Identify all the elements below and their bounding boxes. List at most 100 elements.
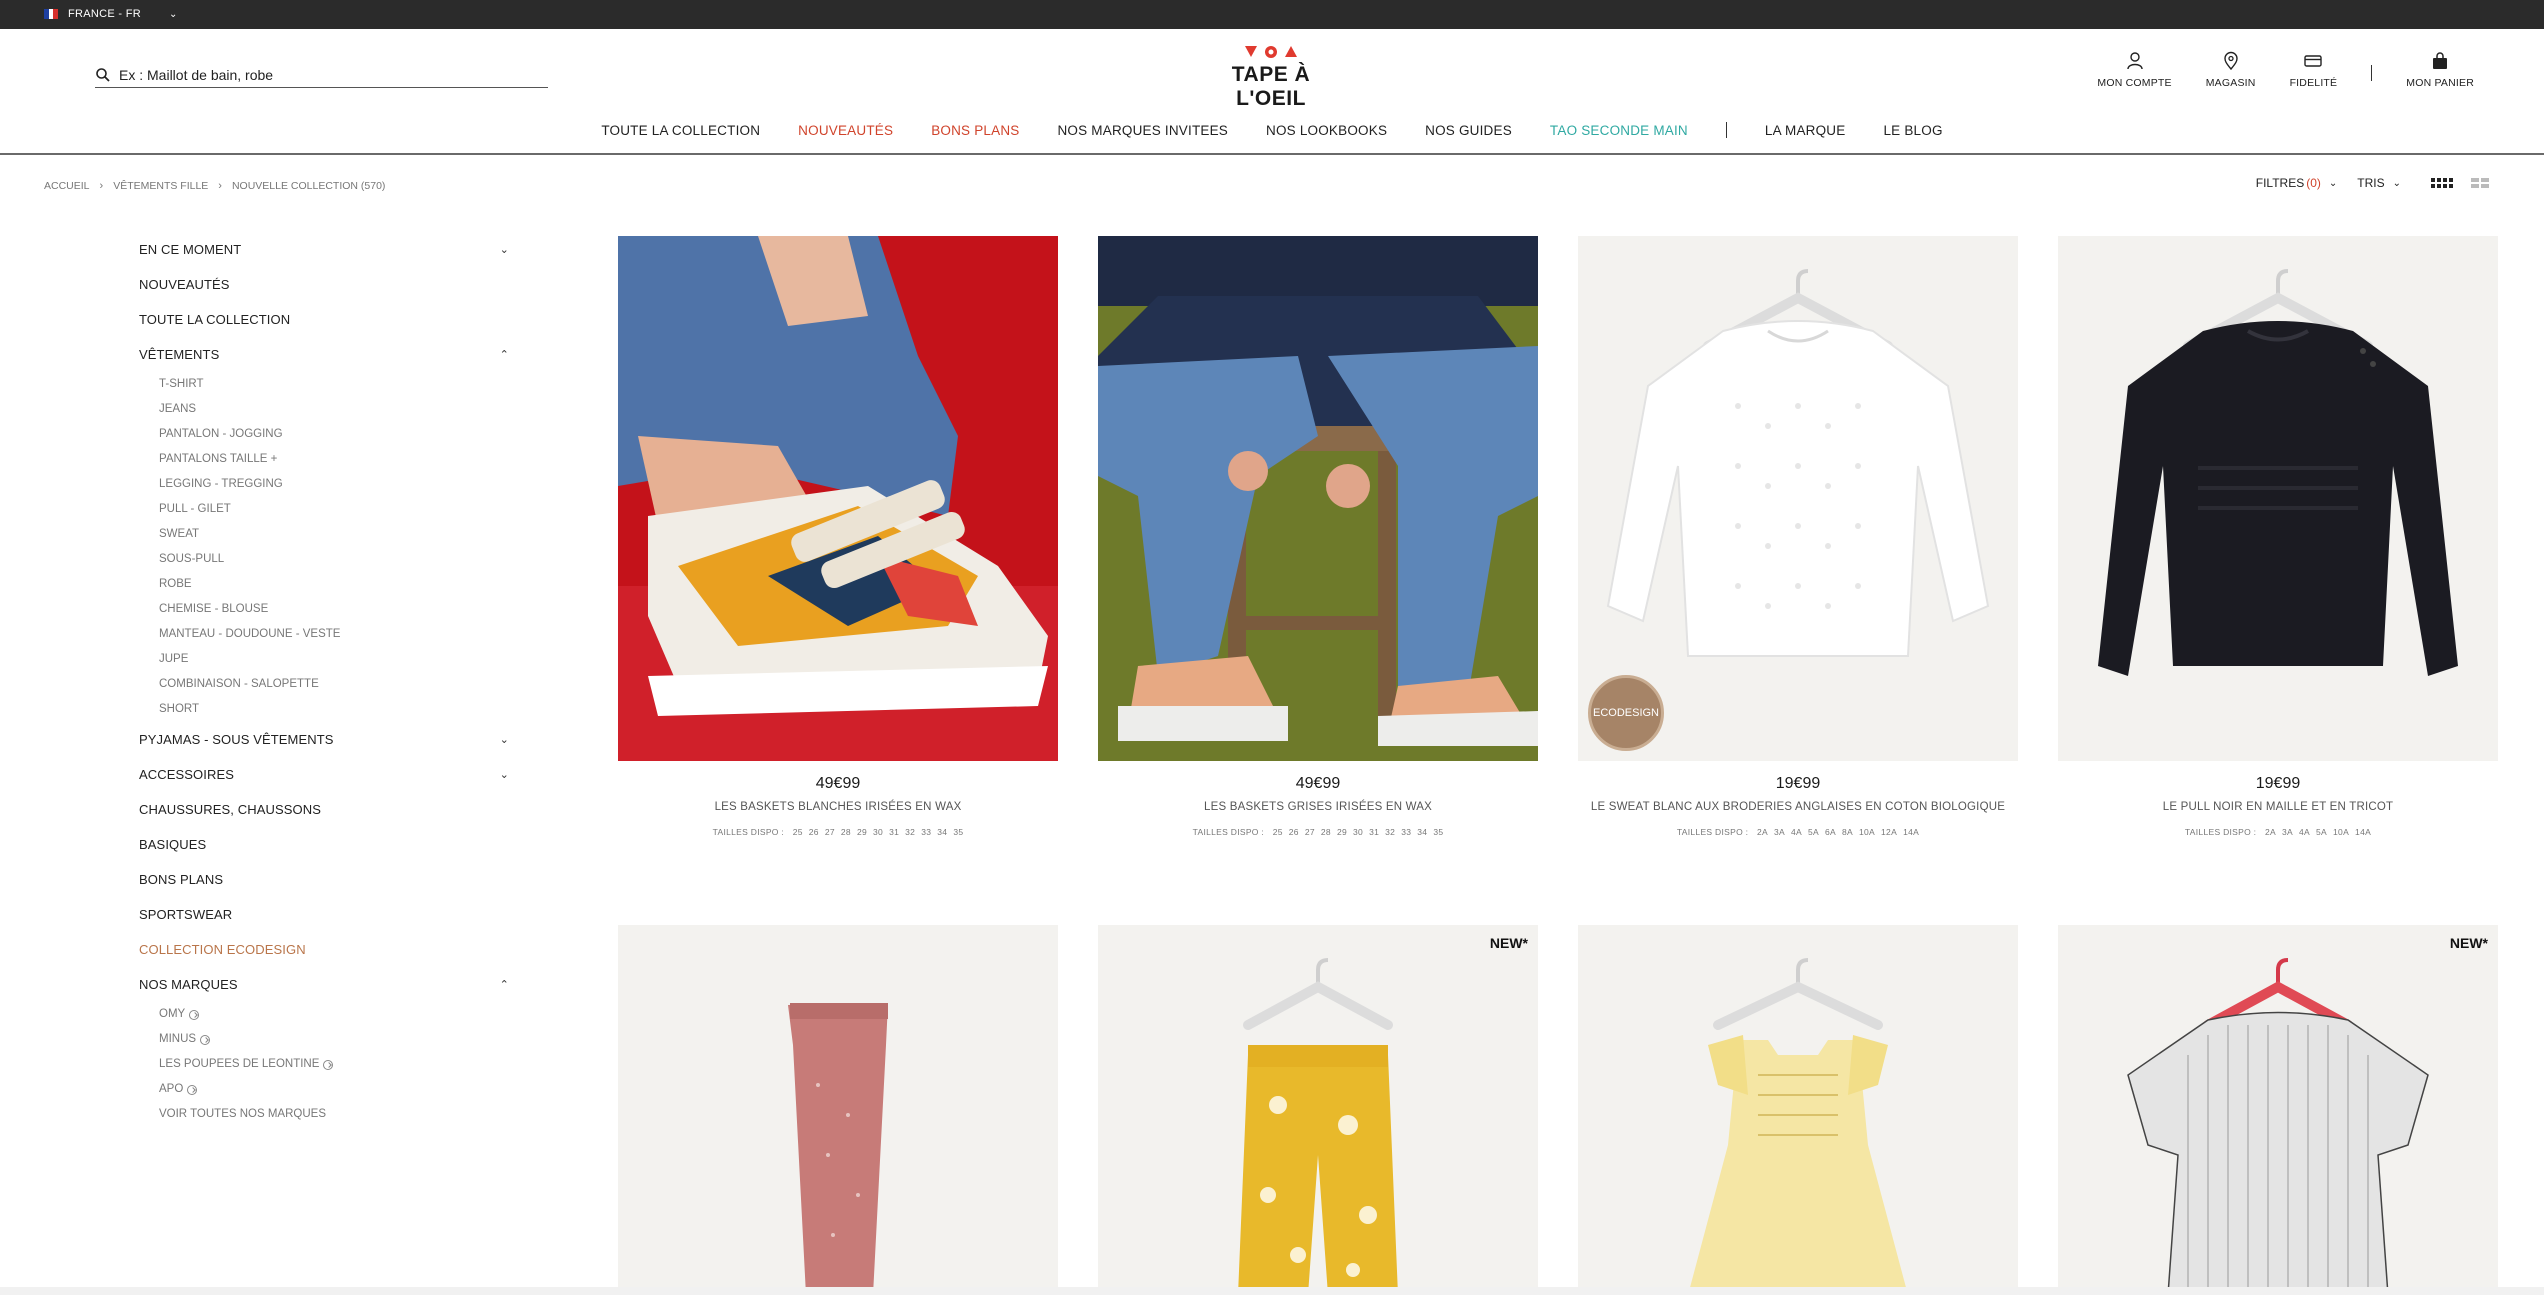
filters-button[interactable]: FILTRES (0) ⌄ [2256, 176, 2338, 190]
breadcrumb-vetements-fille[interactable]: VÊTEMENTS FILLE [113, 180, 208, 192]
product-image[interactable] [2058, 236, 2498, 761]
sidebar-subitem[interactable]: JEANS [159, 397, 509, 422]
breadcrumb-home[interactable]: ACCUEIL [44, 180, 90, 192]
nav-item-la-marque[interactable]: LA MARQUE [1765, 123, 1846, 138]
size-option[interactable]: 29 [857, 827, 867, 837]
size-option[interactable]: 30 [1353, 827, 1363, 837]
product-name[interactable]: LE PULL NOIR EN MAILLE ET EN TRICOT [2058, 801, 2498, 813]
sidebar-item-en-ce-moment[interactable]: EN CE MOMENT ⌄ [139, 232, 509, 267]
size-option[interactable]: 30 [873, 827, 883, 837]
sidebar-item-basiques[interactable]: BASIQUES [139, 827, 509, 862]
sidebar-item-nos-marques[interactable]: NOS MARQUES ⌃ [139, 967, 509, 1002]
size-option[interactable]: 12A [1881, 827, 1897, 837]
size-option[interactable]: 27 [825, 827, 835, 837]
sidebar-item-chaussures[interactable]: CHAUSSURES, CHAUSSONS [139, 792, 509, 827]
sort-button[interactable]: TRIS ⌄ [2357, 176, 2401, 190]
size-option[interactable]: 10A [1859, 827, 1875, 837]
sidebar-subitem[interactable]: PANTALONS TAILLE + [159, 447, 509, 472]
size-option[interactable]: 28 [841, 827, 851, 837]
product-card[interactable]: 49€99 LES BASKETS GRISES IRISÉES EN WAX … [1098, 236, 1538, 837]
sidebar-subitem-brand[interactable]: OMY [159, 1002, 509, 1027]
account-button[interactable]: MON COMPTE [2097, 51, 2172, 89]
size-option[interactable]: 31 [889, 827, 899, 837]
size-option[interactable]: 25 [793, 827, 803, 837]
size-option[interactable]: 29 [1337, 827, 1347, 837]
sidebar-subitem[interactable]: T-SHIRT [159, 372, 509, 397]
product-card[interactable]: NEW* [1098, 925, 1538, 1295]
size-option[interactable]: 2A [1757, 827, 1768, 837]
size-option[interactable]: 33 [921, 827, 931, 837]
product-card[interactable]: ECODESIGN 19€99 LE SWEAT BLANC AUX BRODE… [1578, 236, 2018, 837]
sidebar-subitem[interactable]: MANTEAU - DOUDOUNE - VESTE [159, 622, 509, 647]
nav-item-lookbooks[interactable]: NOS LOOKBOOKS [1266, 123, 1387, 138]
sidebar-subitem[interactable]: SHORT [159, 697, 509, 722]
size-option[interactable]: 32 [1385, 827, 1395, 837]
nav-item-bons-plans[interactable]: BONS PLANS [931, 123, 1019, 138]
store-button[interactable]: MAGASIN [2206, 51, 2256, 89]
nav-item-collection[interactable]: TOUTE LA COLLECTION [601, 123, 760, 138]
sidebar-item-pyjamas[interactable]: PYJAMAS - SOUS VÊTEMENTS ⌄ [139, 722, 509, 757]
product-image[interactable]: ECODESIGN [1578, 236, 2018, 761]
product-name[interactable]: LES BASKETS GRISES IRISÉES EN WAX [1098, 801, 1538, 813]
product-card[interactable]: NEW* [2058, 925, 2498, 1295]
nav-item-nouveautes[interactable]: NOUVEAUTÉS [798, 123, 893, 138]
size-option[interactable]: 26 [809, 827, 819, 837]
search-icon[interactable] [95, 67, 111, 83]
loyalty-button[interactable]: FIDELITÉ [2290, 51, 2338, 89]
size-option[interactable]: 5A [1808, 827, 1819, 837]
nav-item-marques-invitees[interactable]: NOS MARQUES INVITEES [1057, 123, 1228, 138]
sidebar-subitem-brand[interactable]: LES POUPEES DE LEONTINE [159, 1052, 509, 1077]
size-option[interactable]: 4A [2299, 827, 2310, 837]
sidebar-subitem[interactable]: SOUS-PULL [159, 547, 509, 572]
size-option[interactable]: 35 [1433, 827, 1443, 837]
size-option[interactable]: 27 [1305, 827, 1315, 837]
sidebar-item-vetements[interactable]: VÊTEMENTS ⌃ [139, 337, 509, 372]
sidebar-subitem[interactable]: COMBINAISON - SALOPETTE [159, 672, 509, 697]
size-option[interactable]: 2A [2265, 827, 2276, 837]
sidebar-item-toute-la-collection[interactable]: TOUTE LA COLLECTION [139, 302, 509, 337]
product-card[interactable]: 19€99 LE PULL NOIR EN MAILLE ET EN TRICO… [2058, 236, 2498, 837]
sidebar-subitem-all-brands[interactable]: VOIR TOUTES NOS MARQUES [159, 1102, 509, 1127]
sidebar-subitem[interactable]: JUPE [159, 647, 509, 672]
sidebar-subitem-brand[interactable]: MINUS [159, 1027, 509, 1052]
size-option[interactable]: 34 [937, 827, 947, 837]
size-option[interactable]: 6A [1825, 827, 1836, 837]
size-option[interactable]: 4A [1791, 827, 1802, 837]
size-option[interactable]: 33 [1401, 827, 1411, 837]
size-option[interactable]: 3A [2282, 827, 2293, 837]
product-image[interactable] [1098, 236, 1538, 761]
product-card[interactable]: 49€99 LES BASKETS BLANCHES IRISÉES EN WA… [618, 236, 1058, 837]
size-option[interactable]: 25 [1273, 827, 1283, 837]
nav-item-guides[interactable]: NOS GUIDES [1425, 123, 1512, 138]
nav-item-seconde-main[interactable]: TAO SECONDE MAIN [1550, 123, 1688, 138]
size-option[interactable]: 14A [2355, 827, 2371, 837]
product-image[interactable] [618, 925, 1058, 1295]
size-option[interactable]: 3A [1774, 827, 1785, 837]
size-option[interactable]: 35 [953, 827, 963, 837]
sidebar-item-accessoires[interactable]: ACCESSOIRES ⌄ [139, 757, 509, 792]
sidebar-item-ecodesign[interactable]: COLLECTION ECODESIGN [139, 932, 509, 967]
product-card[interactable] [1578, 925, 2018, 1295]
size-option[interactable]: 32 [905, 827, 915, 837]
size-option[interactable]: 34 [1417, 827, 1427, 837]
product-name[interactable]: LE SWEAT BLANC AUX BRODERIES ANGLAISES E… [1578, 801, 2018, 813]
cart-button[interactable]: MON PANIER [2406, 51, 2474, 89]
size-option[interactable]: 26 [1289, 827, 1299, 837]
brand-logo[interactable]: TAPE À L'OEIL [1198, 43, 1344, 110]
sidebar-subitem[interactable]: SWEAT [159, 522, 509, 547]
country-selector[interactable]: FRANCE - FR ⌄ [44, 8, 178, 20]
size-option[interactable]: 5A [2316, 827, 2327, 837]
sidebar-subitem[interactable]: PANTALON - JOGGING [159, 422, 509, 447]
size-option[interactable]: 8A [1842, 827, 1853, 837]
sidebar-subitem[interactable]: CHEMISE - BLOUSE [159, 597, 509, 622]
size-option[interactable]: 31 [1369, 827, 1379, 837]
search-input[interactable] [119, 67, 519, 83]
product-image[interactable] [618, 236, 1058, 761]
product-image[interactable] [1578, 925, 2018, 1295]
size-option[interactable]: 14A [1903, 827, 1919, 837]
size-option[interactable]: 10A [2333, 827, 2349, 837]
large-view-icon[interactable] [2471, 178, 2489, 188]
nav-item-blog[interactable]: LE BLOG [1883, 123, 1942, 138]
sidebar-subitem[interactable]: LEGGING - TREGGING [159, 472, 509, 497]
horizontal-scrollbar[interactable] [0, 1287, 2544, 1295]
